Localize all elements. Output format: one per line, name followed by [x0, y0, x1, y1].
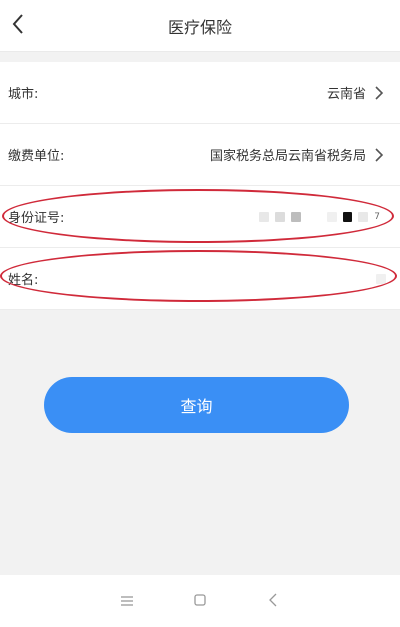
mask-block [259, 211, 270, 222]
name-label: 姓名: [8, 273, 39, 288]
home-square-icon [193, 592, 207, 611]
id-card-input[interactable]: 7 [259, 211, 386, 222]
id-card-row[interactable]: 身份证号: 7 [0, 186, 400, 248]
system-navbar [0, 575, 400, 627]
chevron-right-icon [372, 85, 386, 100]
mask-block [343, 211, 353, 222]
mask-block [358, 211, 369, 222]
name-input[interactable] [376, 273, 386, 284]
payer-row[interactable]: 缴费单位: 国家税务总局云南省税务局 [0, 124, 400, 186]
nav-back-button[interactable] [261, 589, 285, 613]
id-card-suffix: 7 [374, 211, 380, 222]
payer-label: 缴费单位: [8, 149, 65, 164]
mask-block [376, 273, 386, 284]
city-value-group: 云南省 [327, 83, 386, 102]
city-label: 城市: [8, 87, 39, 102]
header: 医疗保险 [0, 0, 400, 52]
masked-id-value: 7 [259, 211, 380, 222]
back-triangle-icon [268, 592, 278, 611]
menu-icon [120, 592, 134, 611]
id-card-label: 身份证号: [8, 211, 65, 226]
home-button[interactable] [188, 589, 212, 613]
insurance-form: 城市: 云南省 缴费单位: 国家税务总局云南省税务局 身份证号: 7 姓名: [0, 62, 400, 310]
mask-block [327, 211, 338, 222]
chevron-right-icon [372, 147, 386, 162]
city-row[interactable]: 城市: 云南省 [0, 62, 400, 124]
page-title: 医疗保险 [167, 18, 232, 37]
payer-value-group: 国家税务总局云南省税务局 [210, 145, 386, 164]
payer-value: 国家税务总局云南省税务局 [209, 149, 366, 164]
page: 医疗保险 城市: 云南省 缴费单位: 国家税务总局云南省税务局 身份证号: 7 … [0, 0, 400, 627]
menu-button[interactable] [115, 589, 139, 613]
city-value: 云南省 [326, 87, 366, 102]
query-button[interactable]: 查询 [44, 377, 349, 433]
mask-block [291, 211, 302, 222]
name-row[interactable]: 姓名: [0, 248, 400, 310]
mask-block [275, 211, 286, 222]
